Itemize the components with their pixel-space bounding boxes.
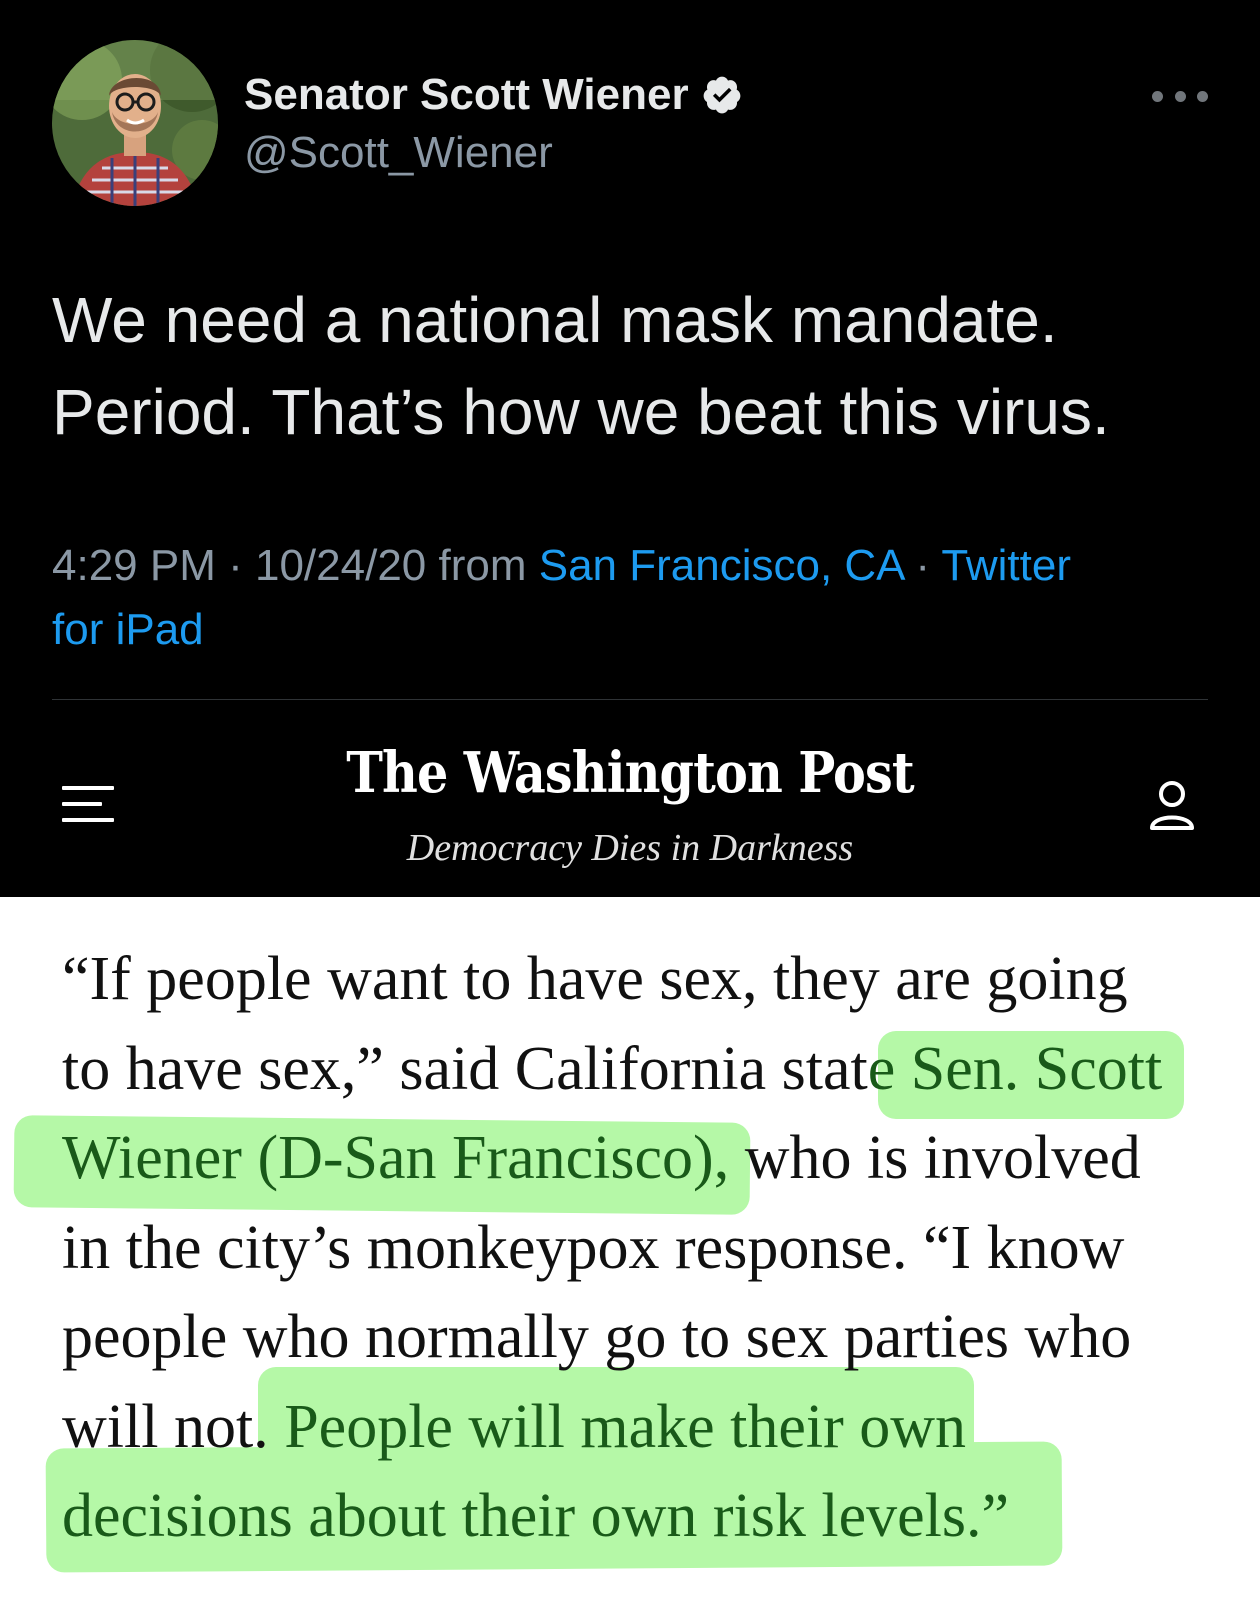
tagline: Democracy Dies in Darkness <box>406 827 854 869</box>
tweet-source-link[interactable]: Twitter <box>941 541 1071 590</box>
article-text-run: who is involved <box>729 1124 1141 1192</box>
tweet-card: Senator Scott Wiener @Scott_Wiener We ne… <box>0 0 1260 700</box>
article-text-run: to have sex,” said California stat <box>62 1034 868 1103</box>
user-handle[interactable]: @Scott_Wiener <box>244 126 553 180</box>
article-line: decisions about their own risk levels.” <box>62 1472 1232 1562</box>
tweet-meta: 4:29 PM · 10/24/20 from San Francisco, C… <box>52 534 1222 662</box>
article-line: in the city’s monkeypox response. “I kno… <box>62 1204 1232 1294</box>
meta-separator: · <box>215 541 255 590</box>
user-icon[interactable] <box>1148 778 1196 832</box>
dot <box>1174 90 1186 102</box>
article-line: Wiener (D-San Francisco), who is involve… <box>62 1114 1232 1204</box>
article-text-run: “If people want to have sex, they are go… <box>62 945 1128 1013</box>
verified-badge-icon <box>701 74 743 116</box>
dot <box>1152 90 1163 102</box>
highlighted-text: People will make their own <box>284 1392 967 1461</box>
tweet-source-link-cont[interactable]: for iPad <box>52 605 204 654</box>
avatar[interactable] <box>52 40 218 206</box>
highlighted-text: decisions about their own risk levels.” <box>62 1482 1010 1550</box>
article-body: “If people want to have sex, they are go… <box>0 897 1260 1600</box>
tweet-text-line: Period. That’s how we beat this virus. <box>52 376 1110 448</box>
article-line: people who normally go to sex parties wh… <box>62 1293 1232 1383</box>
dot <box>1197 90 1208 102</box>
highlighted-text: e Sen. Scott <box>867 1034 1163 1103</box>
meta-from: from <box>426 541 539 590</box>
tweet-text-line: We need a national mask mandate. <box>52 284 1058 356</box>
article-text-run: people who normally go to sex parties wh… <box>62 1303 1132 1371</box>
article-line: will not. People will make their own <box>62 1383 1232 1473</box>
tweet-date[interactable]: 10/24/20 <box>255 541 426 590</box>
masthead-logo[interactable]: The Washington Post <box>76 736 1185 810</box>
meta-separator: · <box>903 541 942 590</box>
more-horizontal-icon[interactable] <box>1152 82 1208 110</box>
display-name[interactable]: Senator Scott Wiener <box>244 68 689 122</box>
highlighted-text: Wiener (D-San Francisco), <box>62 1124 730 1192</box>
tweet-text: We need a national mask mandate. Period.… <box>52 274 1212 458</box>
article-text-run: in the city’s monkeypox response. “I kno… <box>62 1213 1125 1282</box>
article-text-run: will not. <box>62 1392 285 1461</box>
article-line: “If people want to have sex, they are go… <box>62 935 1232 1025</box>
article-paragraph: “If people want to have sex, they are go… <box>62 935 1232 1562</box>
wapo-header: The Washington Post Democracy Dies in Da… <box>0 700 1260 897</box>
tweet-time[interactable]: 4:29 PM <box>52 541 216 590</box>
article-line: to have sex,” said California state Sen.… <box>62 1025 1232 1115</box>
tweet-location-link[interactable]: San Francisco, CA <box>539 541 903 590</box>
display-name-row: Senator Scott Wiener <box>244 68 743 122</box>
